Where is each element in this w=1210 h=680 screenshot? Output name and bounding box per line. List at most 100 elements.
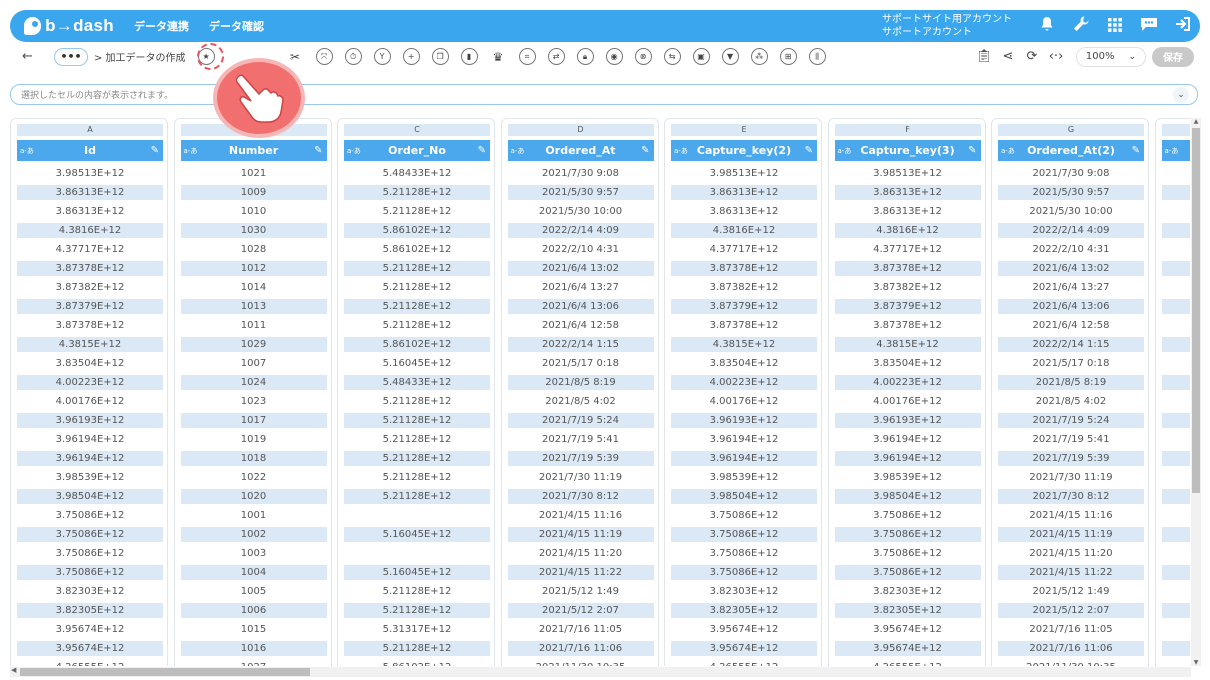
table-cell[interactable]: 5.21128E+12 <box>344 451 490 466</box>
column-type-badge[interactable]: a-あ <box>347 146 361 156</box>
logo[interactable]: b→dash <box>24 16 114 36</box>
table-cell[interactable]: 3.98504E+12 <box>671 489 817 504</box>
table-cell[interactable]: 4.3816E+12 <box>834 223 981 238</box>
table-cell[interactable]: 3.82303E+12 <box>17 584 163 599</box>
group-icon[interactable]: ⁂ <box>750 48 768 65</box>
table-cell[interactable]: 5.21128E+12 <box>344 470 490 485</box>
table-cell[interactable]: 3.98513E+12 <box>671 166 817 181</box>
table-cell[interactable]: 1028 <box>181 242 327 257</box>
table-cell[interactable]: 3.83504E+12 <box>835 356 981 371</box>
table-cell[interactable]: 3.96194E+12 <box>834 451 981 466</box>
add-icon[interactable]: + <box>402 48 420 65</box>
table-cell[interactable]: 1005 <box>181 584 327 599</box>
column-letter[interactable]: E <box>671 124 817 136</box>
table-cell[interactable]: 3.75086E+12 <box>835 508 981 523</box>
lock-icon[interactable]: 🔒︎ <box>576 48 594 65</box>
table-cell[interactable]: 3.87378E+12 <box>17 318 163 333</box>
column-header[interactable]: a-あ Ordered_At(2) ✎ <box>998 140 1144 161</box>
table-cell[interactable]: 3.87378E+12 <box>671 261 817 276</box>
table-cell[interactable]: 2021/7/30 9:08 <box>508 166 654 181</box>
table-cell[interactable]: 2021/6/4 13:06 <box>507 299 654 314</box>
table-cell[interactable] <box>344 508 490 523</box>
table-cell[interactable]: 5.21128E+12 <box>344 603 490 618</box>
table-cell[interactable]: [{ite <box>1162 242 1191 257</box>
table-cell[interactable]: 5.21128E+12 <box>344 185 490 200</box>
table-cell[interactable]: 3.95674E+12 <box>671 641 817 656</box>
table-cell[interactable]: 4.26555E+12 <box>17 660 163 666</box>
selected-cell-display[interactable]: 選択したセルの内容が表示されます。 ⌄ <box>10 84 1198 105</box>
table-cell[interactable]: 2021/7/30 8:12 <box>507 489 654 504</box>
wrench-icon[interactable] <box>1064 15 1098 37</box>
table-cell[interactable]: [{ite <box>1161 413 1190 428</box>
table-cell[interactable]: 2021/4/15 11:20 <box>998 546 1144 561</box>
table-cell[interactable]: 5.86102E+12 <box>344 242 490 257</box>
table-cell[interactable]: 5.31317E+12 <box>344 622 490 637</box>
table-cell[interactable]: 1004 <box>180 565 327 580</box>
table-cell[interactable]: 1001 <box>181 508 327 523</box>
table-cell[interactable]: 4.00176E+12 <box>17 394 163 409</box>
table-cell[interactable]: 3.75086E+12 <box>671 546 817 561</box>
grid-icon[interactable] <box>1098 17 1132 36</box>
horizontal-scroll-thumb[interactable] <box>20 668 310 676</box>
table-icon[interactable]: ⊞ <box>779 48 797 65</box>
table-cell[interactable]: [{ite <box>1162 280 1191 295</box>
nav-link-data-check[interactable]: データ確認 <box>209 18 264 34</box>
table-cell[interactable]: 2021/7/16 11:06 <box>998 641 1144 656</box>
table-cell[interactable]: 3.86313E+12 <box>17 185 163 200</box>
table-cell[interactable]: 2021/7/19 5:41 <box>508 432 654 447</box>
table-cell[interactable]: 1029 <box>180 337 327 352</box>
table-cell[interactable] <box>344 546 490 561</box>
table-cell[interactable]: 2021/5/12 2:07 <box>998 603 1144 618</box>
table-cell[interactable]: 1020 <box>180 489 327 504</box>
table-cell[interactable]: 3.87379E+12 <box>834 299 981 314</box>
table-cell[interactable]: 3.96193E+12 <box>834 413 981 428</box>
column-header[interactable]: a-あ Id ✎ <box>17 140 163 161</box>
table-cell[interactable]: 1009 <box>180 185 327 200</box>
table-cell[interactable]: [{ite <box>1162 356 1191 371</box>
table-cell[interactable]: 4.00223E+12 <box>17 375 163 390</box>
table-cell[interactable]: 2021/6/4 13:02 <box>998 261 1144 276</box>
table-cell[interactable]: 3.75086E+12 <box>17 527 163 542</box>
horizontal-scrollbar[interactable]: ◀ <box>10 666 1191 677</box>
table-cell[interactable]: 2021/11/30 10:35 <box>508 660 654 666</box>
table-cell[interactable]: 3.87378E+12 <box>671 318 817 333</box>
table-cell[interactable]: 2021/7/16 11:05 <box>508 622 654 637</box>
table-cell[interactable]: 5.21128E+12 <box>344 280 490 295</box>
clipboard-icon[interactable]: 📋︎ <box>972 49 996 64</box>
column-type-badge[interactable]: a-あ <box>184 146 198 156</box>
table-cell[interactable]: 3.98513E+12 <box>835 166 981 181</box>
cancel-icon[interactable]: ⊗ <box>634 48 652 65</box>
table-cell[interactable]: 5.21128E+12 <box>344 489 490 504</box>
table-cell[interactable]: 2021/5/17 0:18 <box>998 356 1144 371</box>
column-icon[interactable]: ⫼ <box>808 48 826 65</box>
column-type-badge[interactable]: a-あ <box>838 146 852 156</box>
column-type-badge[interactable]: a-あ <box>511 146 525 156</box>
table-cell[interactable]: 5.86102E+12 <box>344 223 490 238</box>
table-cell[interactable]: 3.87379E+12 <box>17 299 163 314</box>
column-type-badge[interactable]: a-あ <box>1165 146 1179 156</box>
table-cell[interactable]: 5.21128E+12 <box>344 204 490 219</box>
table-cell[interactable]: 1002 <box>180 527 327 542</box>
table-cell[interactable]: 1017 <box>180 413 327 428</box>
pencil-edit-icon[interactable]: ✎ <box>314 145 322 156</box>
table-cell[interactable]: [{ite <box>1162 508 1191 523</box>
table-cell[interactable]: 1015 <box>181 622 327 637</box>
table-cell[interactable]: 3.95674E+12 <box>17 641 163 656</box>
table-cell[interactable]: [{ite <box>1162 660 1191 666</box>
table-cell[interactable]: 2021/4/15 11:20 <box>508 546 654 561</box>
table-cell[interactable]: 2021/7/30 8:12 <box>998 489 1144 504</box>
table-cell[interactable]: 4.26555E+12 <box>835 660 981 666</box>
table-cell[interactable]: 3.87379E+12 <box>671 299 817 314</box>
table-cell[interactable]: 3.75086E+12 <box>671 508 817 523</box>
account-info[interactable]: サポートサイト用アカウント サポートアカウント <box>882 13 1012 39</box>
bell-icon[interactable] <box>1030 16 1064 36</box>
table-cell[interactable]: [{ite <box>1162 470 1191 485</box>
table-cell[interactable]: [{ite <box>1162 394 1191 409</box>
table-cell[interactable]: 2021/7/19 5:39 <box>998 451 1144 466</box>
table-cell[interactable]: 2022/2/14 1:15 <box>507 337 654 352</box>
delete-icon[interactable]: ▮ <box>460 48 478 65</box>
table-cell[interactable]: 1027 <box>181 660 327 666</box>
table-cell[interactable]: [{ite <box>1161 641 1190 656</box>
table-cell[interactable]: 4.00223E+12 <box>834 375 981 390</box>
table-cell[interactable]: 5.16045E+12 <box>344 565 490 580</box>
